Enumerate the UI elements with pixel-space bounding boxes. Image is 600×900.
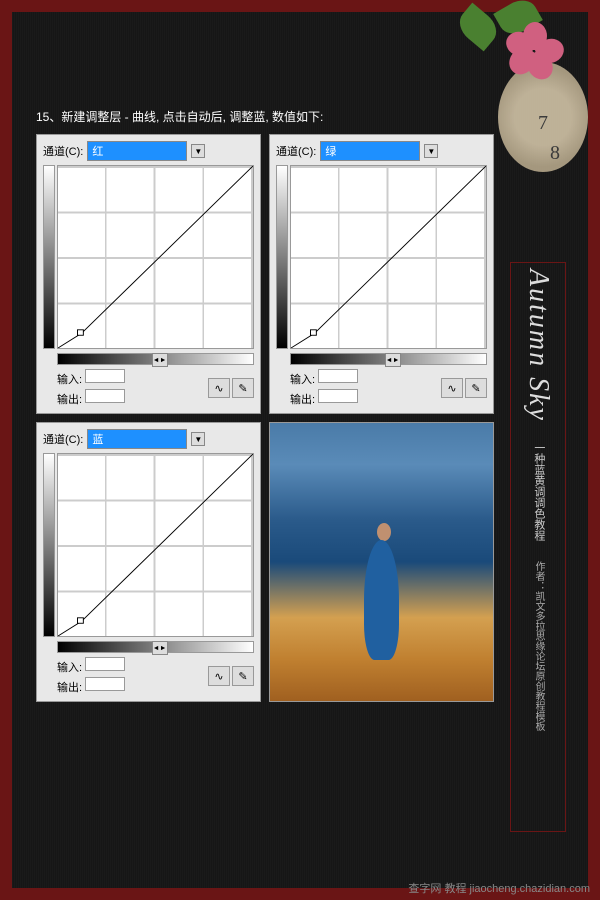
curves-panel-blue: 通道(C): 蓝 ▼ ◄► 输入: 输出: ∿	[36, 422, 261, 702]
input-label: 输入:	[57, 662, 82, 674]
channel-value: 红	[92, 143, 103, 159]
source-label: 思缘论坛原创教程模板	[529, 631, 547, 731]
horizontal-gradient[interactable]: ◄►	[57, 641, 254, 653]
gradient-handle[interactable]: ◄►	[152, 641, 168, 655]
channel-label: 通道(C):	[276, 143, 316, 159]
vertical-gradient	[43, 165, 55, 349]
output-label: 输出:	[57, 394, 82, 406]
input-field[interactable]	[85, 369, 125, 383]
channel-label: 通道(C):	[43, 143, 83, 159]
channel-label: 通道(C):	[43, 431, 83, 447]
curve-tool-icon[interactable]: ∿	[208, 666, 230, 686]
leaf-decoration	[453, 3, 503, 52]
vertical-gradient	[276, 165, 288, 349]
curve-line	[58, 166, 253, 348]
tutorial-title: Autumn Sky	[522, 269, 554, 422]
curves-panels-grid: 通道(C): 红 ▼ ◄► 输入: 输出: ∿	[36, 134, 494, 702]
clock-number-7: 7	[538, 112, 548, 135]
channel-select[interactable]: 红	[87, 141, 187, 161]
pencil-tool-icon[interactable]: ✎	[232, 378, 254, 398]
horizontal-gradient[interactable]: ◄►	[57, 353, 254, 365]
input-label: 输入:	[57, 374, 82, 386]
gradient-handle[interactable]: ◄►	[152, 353, 168, 367]
curve-grid[interactable]	[57, 453, 254, 637]
output-label: 输出:	[290, 394, 315, 406]
clock-number-8: 8	[550, 142, 560, 165]
input-label: 输入:	[290, 374, 315, 386]
pencil-tool-icon[interactable]: ✎	[232, 666, 254, 686]
author-label: 作者：凯文多拉	[529, 561, 547, 631]
curves-panel-green: 通道(C): 绿 ▼ ◄► 输入: 输出: ∿	[269, 134, 494, 414]
channel-select[interactable]: 蓝	[87, 429, 187, 449]
gradient-handle[interactable]: ◄►	[385, 353, 401, 367]
output-field[interactable]	[85, 389, 125, 403]
flower-decoration	[508, 22, 568, 82]
curve-line	[291, 166, 486, 348]
output-field[interactable]	[85, 677, 125, 691]
channel-select[interactable]: 绿	[320, 141, 420, 161]
channel-value: 绿	[325, 143, 336, 159]
horizontal-gradient[interactable]: ◄►	[290, 353, 487, 365]
curve-tool-icon[interactable]: ∿	[441, 378, 463, 398]
curve-grid[interactable]	[57, 165, 254, 349]
watermark: 查字网 教程 jiaocheng.chazidian.com	[408, 880, 590, 896]
sidebar-info: Autumn Sky 一种蓝黄调调色教程 作者：凯文多拉 思缘论坛原创教程模板	[510, 262, 566, 832]
output-field[interactable]	[318, 389, 358, 403]
input-field[interactable]	[318, 369, 358, 383]
curves-panel-red: 通道(C): 红 ▼ ◄► 输入: 输出: ∿	[36, 134, 261, 414]
curve-tool-icon[interactable]: ∿	[208, 378, 230, 398]
input-field[interactable]	[85, 657, 125, 671]
channel-dropdown-arrow[interactable]: ▼	[424, 144, 438, 158]
channel-dropdown-arrow[interactable]: ▼	[191, 432, 205, 446]
curve-line	[58, 454, 253, 636]
vertical-gradient	[43, 453, 55, 637]
result-preview-image	[269, 422, 494, 702]
pencil-tool-icon[interactable]: ✎	[465, 378, 487, 398]
tutorial-subtitle: 一种蓝黄调调色教程	[528, 442, 548, 541]
channel-dropdown-arrow[interactable]: ▼	[191, 144, 205, 158]
channel-value: 蓝	[92, 431, 103, 447]
step-instruction: 15、新建调整层 - 曲线, 点击自动后, 调整蓝, 数值如下:	[36, 108, 323, 125]
figure-body	[364, 540, 399, 660]
curve-grid[interactable]	[290, 165, 487, 349]
figure-head	[377, 523, 391, 541]
output-label: 输出:	[57, 682, 82, 694]
